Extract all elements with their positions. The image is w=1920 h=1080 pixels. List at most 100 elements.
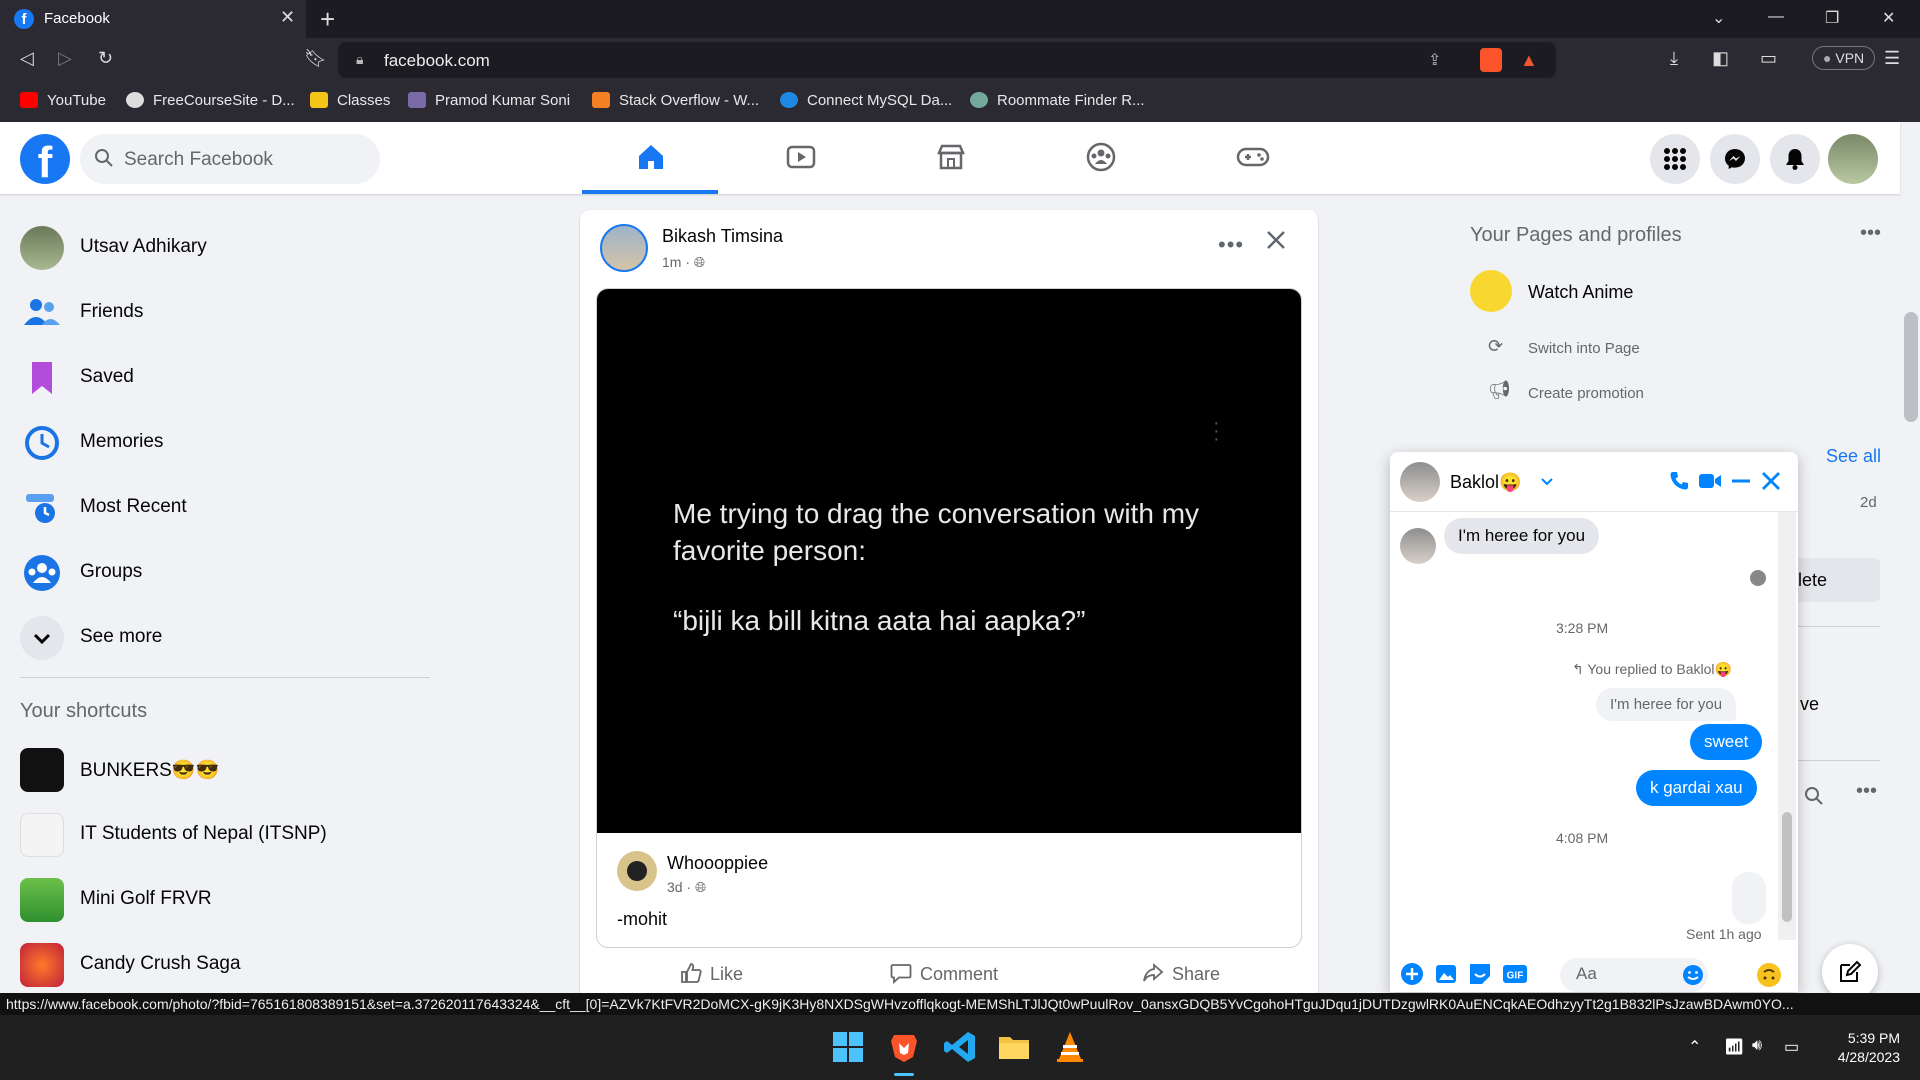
sidebar-icon[interactable]: ◧ xyxy=(1712,48,1729,69)
share-button[interactable]: Share xyxy=(1142,962,1220,985)
chevron-down-icon[interactable] xyxy=(1540,476,1554,488)
search-input[interactable]: Search Facebook xyxy=(80,134,380,184)
new-message-button[interactable] xyxy=(1822,944,1878,1000)
photo-icon[interactable] xyxy=(1434,962,1458,986)
post-timestamp[interactable]: 1m · 🌐︎ xyxy=(662,254,705,271)
tab-home[interactable] xyxy=(582,122,718,194)
phone-icon[interactable] xyxy=(1668,470,1690,492)
shared-author-avatar[interactable] xyxy=(617,851,657,891)
tab-watch[interactable] xyxy=(732,122,868,194)
bookmark-stackoverflow[interactable]: Stack Overflow - W... xyxy=(592,92,759,109)
incoming-message[interactable]: I'm heree for you xyxy=(1444,518,1600,554)
vscode-icon[interactable] xyxy=(942,1029,978,1065)
close-chat-icon[interactable] xyxy=(1760,470,1782,492)
sticker-message[interactable] xyxy=(1732,872,1766,924)
bookmark-classes[interactable]: Classes xyxy=(310,92,390,109)
see-more-button[interactable]: See more xyxy=(20,608,440,664)
bookmark-icon[interactable]: 🔖︎ xyxy=(304,48,327,69)
gif-icon[interactable]: GIF xyxy=(1502,962,1528,986)
reload-button[interactable]: ↻ xyxy=(98,48,113,69)
post-author-name[interactable]: Bikash Timsina xyxy=(662,226,783,247)
post-more-options-icon[interactable]: ••• xyxy=(1218,232,1244,258)
page-scrollbar-thumb[interactable] xyxy=(1904,312,1918,422)
shortcut-item[interactable]: IT Students of Nepal (ITSNP) xyxy=(20,805,440,861)
sidebar-item-friends[interactable]: Friends xyxy=(20,283,440,339)
close-window-button[interactable]: ✕ xyxy=(1882,8,1895,28)
page-name[interactable]: Watch Anime xyxy=(1528,282,1633,303)
sidebar-item-groups[interactable]: Groups xyxy=(20,543,440,599)
contacts-more-icon[interactable]: ••• xyxy=(1856,780,1877,803)
see-all-link[interactable]: See all xyxy=(1826,446,1881,467)
sidebar-item-profile[interactable]: Utsav Adhikary xyxy=(20,218,440,274)
bookmark-pramod[interactable]: Pramod Kumar Soni xyxy=(408,92,570,109)
vpn-button[interactable]: ● VPN xyxy=(1812,46,1876,70)
windows-start-icon[interactable] xyxy=(830,1029,866,1065)
close-tab-icon[interactable]: ✕ xyxy=(280,7,295,28)
wifi-icon[interactable]: 📶︎ xyxy=(1724,1037,1744,1057)
video-call-icon[interactable] xyxy=(1698,470,1722,492)
vlc-icon[interactable] xyxy=(1052,1029,1088,1065)
notifications-button[interactable] xyxy=(1770,134,1820,184)
brave-shields-icon[interactable] xyxy=(1480,48,1502,72)
plus-circle-icon[interactable] xyxy=(1400,962,1424,986)
share-icon[interactable]: ⇪ xyxy=(1428,50,1441,70)
maximize-button[interactable]: ❐ xyxy=(1825,8,1839,28)
page-scrollbar[interactable] xyxy=(1902,122,1920,1015)
brave-rewards-icon[interactable]: ▲ xyxy=(1520,50,1538,71)
chat-contact-name[interactable]: Baklol😛 xyxy=(1450,472,1521,493)
shared-author-name[interactable]: Whoooppiee xyxy=(667,853,768,874)
switch-into-page-link[interactable]: Switch into Page xyxy=(1528,340,1640,357)
browser-tab[interactable]: f Facebook ✕ xyxy=(0,0,306,38)
bookmark-roommate[interactable]: Roommate Finder R... xyxy=(970,92,1145,109)
sidebar-item-memories[interactable]: Memories xyxy=(20,413,440,469)
battery-icon[interactable]: ▭ xyxy=(1784,1037,1799,1057)
chat-contact-avatar[interactable] xyxy=(1400,462,1440,502)
new-tab-button[interactable]: + xyxy=(320,4,335,35)
messenger-button[interactable] xyxy=(1710,134,1760,184)
brave-browser-icon[interactable] xyxy=(886,1029,922,1065)
forward-button[interactable]: ▷ xyxy=(58,48,72,69)
close-icon[interactable] xyxy=(1264,228,1288,252)
shortcut-item[interactable]: BUNKERS😎😎 xyxy=(20,740,440,796)
post-author-avatar[interactable] xyxy=(600,224,648,272)
post-image[interactable]: · · · Me trying to drag the conversation w… xyxy=(597,289,1301,833)
shortcut-item[interactable]: Candy Crush Saga xyxy=(20,935,440,991)
back-button[interactable]: ◁ xyxy=(20,48,34,69)
contacts-search-icon[interactable] xyxy=(1804,786,1824,806)
bookmark-youtube[interactable]: YouTube xyxy=(20,92,106,109)
tab-marketplace[interactable] xyxy=(882,122,1018,194)
like-button[interactable]: Like xyxy=(680,962,743,985)
chat-scrollbar-thumb[interactable] xyxy=(1782,812,1792,922)
sidebar-item-most-recent[interactable]: Most Recent xyxy=(20,478,440,534)
tab-search-chevron-icon[interactable]: ⌄ xyxy=(1712,8,1725,28)
outgoing-message[interactable]: k gardai xau xyxy=(1636,770,1757,806)
chat-scrollbar[interactable] xyxy=(1778,512,1796,940)
menu-grid-button[interactable] xyxy=(1650,134,1700,184)
tray-chevron-up-icon[interactable]: ⌃ xyxy=(1688,1037,1701,1057)
shared-post[interactable]: · · · Me trying to drag the conversation w… xyxy=(596,288,1302,948)
outgoing-message[interactable]: sweet xyxy=(1690,724,1763,760)
facebook-logo-icon[interactable]: f xyxy=(20,134,70,184)
taskbar-clock[interactable]: 5:39 PM 4/28/2023 xyxy=(1816,1029,1900,1067)
page-avatar[interactable] xyxy=(1470,270,1512,312)
create-promotion-link[interactable]: Create promotion xyxy=(1528,385,1644,402)
tab-groups[interactable] xyxy=(1032,122,1168,194)
sidebar-item-saved[interactable]: Saved xyxy=(20,348,440,404)
bookmark-mysql[interactable]: Connect MySQL Da... xyxy=(780,92,952,109)
menu-icon[interactable]: ☰ xyxy=(1884,48,1900,69)
minimize-chat-icon[interactable] xyxy=(1730,470,1752,492)
emoji-icon[interactable] xyxy=(1682,964,1704,986)
comment-button[interactable]: Comment xyxy=(890,962,998,985)
quick-reaction-emoji-icon[interactable] xyxy=(1756,962,1782,988)
downloads-icon[interactable]: ⤓ xyxy=(1670,48,1678,69)
wallet-icon[interactable]: ▭ xyxy=(1760,48,1777,69)
shared-timestamp[interactable]: 3d · 🌐︎ xyxy=(667,879,706,896)
tab-gaming[interactable] xyxy=(1182,122,1318,194)
volume-icon[interactable]: 🔊︎ xyxy=(1752,1037,1762,1055)
account-avatar[interactable] xyxy=(1828,134,1878,184)
chat-header[interactable]: Baklol😛 xyxy=(1390,452,1798,512)
file-explorer-icon[interactable] xyxy=(996,1029,1032,1065)
address-bar[interactable]: 🔒︎ facebook.com ⇪ ▲ xyxy=(338,42,1556,78)
pages-more-options-icon[interactable]: ••• xyxy=(1860,222,1881,245)
shortcut-item[interactable]: Mini Golf FRVR xyxy=(20,870,440,926)
